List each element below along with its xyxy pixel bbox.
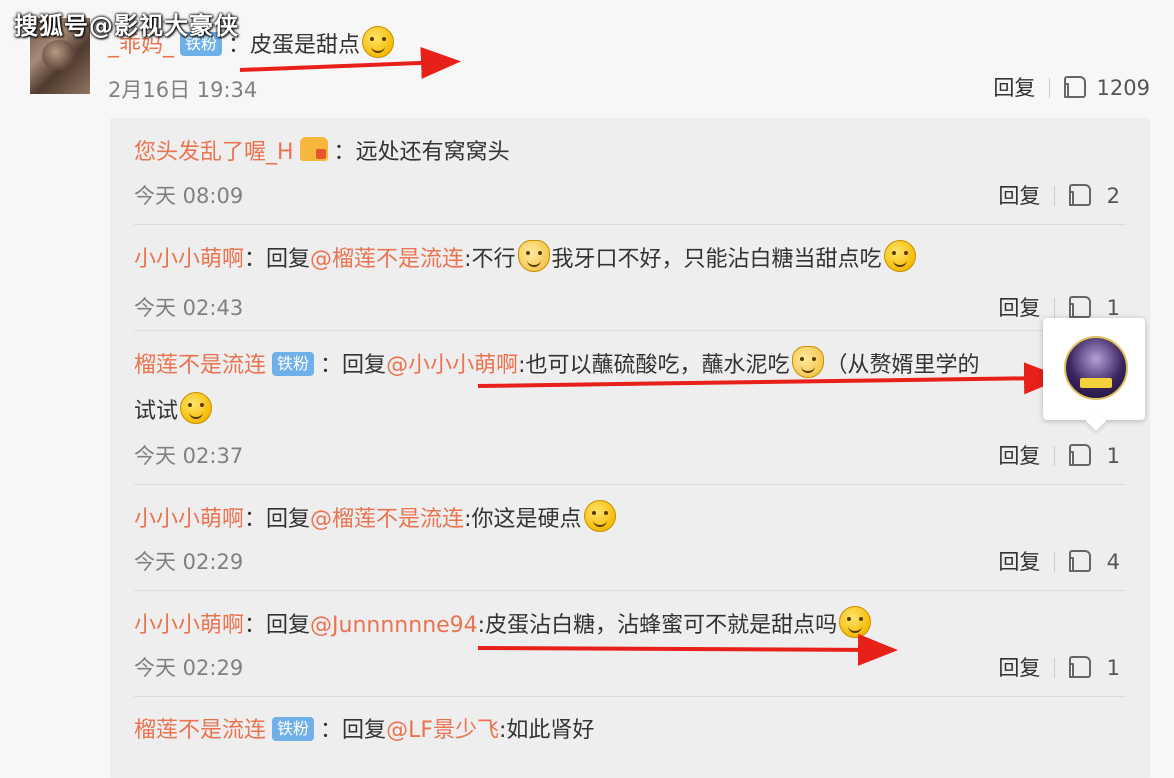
reply-sep: ： — [333, 140, 356, 165]
reply-time: 今天 02:37 — [134, 444, 244, 468]
reply-button[interactable]: 回复 — [998, 444, 1040, 468]
reply-item: 榴莲不是流连 铁粉 ：回复@小小小萌啊:也可以蘸硫酸吃，蘸水泥吃 （从赘婿里学的 试试… — [134, 330, 1126, 485]
reply-text: 如此肾好 — [506, 718, 595, 743]
reply-text: 你这是硬点 — [471, 507, 582, 532]
reply-time: 今天 02:43 — [134, 296, 244, 320]
reply-item: 小小小萌啊：回复@Junnnnnne94:皮蛋沾白糖，沾蜂蜜可不就是甜点吗 今天… — [134, 590, 1126, 697]
thumb-up-icon[interactable] — [1069, 656, 1092, 678]
fan-badge[interactable]: 铁粉 — [272, 352, 315, 376]
comment-text: 皮蛋是甜点 — [250, 33, 361, 58]
reply-author[interactable]: 您头发乱了喔_H — [134, 140, 294, 165]
divider — [1054, 186, 1056, 206]
reply-text-b: 我牙口不好，只能沾白糖当甜点吃 — [551, 247, 882, 272]
reply-colon: : — [477, 613, 486, 638]
reply-item: 您头发乱了喔_H ：远处还有窝窝头 今天 08:09 回复 2 — [134, 118, 1126, 225]
laugh-cry-emoji-icon — [839, 606, 872, 638]
mention-link[interactable]: @LF景少飞 — [386, 718, 499, 743]
popup-avatar[interactable] — [1064, 336, 1128, 400]
reply-button[interactable]: 回复 — [993, 76, 1035, 100]
mention-link[interactable]: @Junnnnnne94 — [310, 613, 478, 638]
thumb-up-icon[interactable] — [1064, 76, 1087, 98]
divider — [1054, 446, 1056, 466]
reply-prefix: 回复 — [266, 613, 311, 638]
reply-text: 远处还有窝窝头 — [355, 140, 510, 165]
divider — [1054, 552, 1056, 572]
reply-text: 也可以蘸硫酸吃，蘸水泥吃 — [525, 353, 790, 378]
laugh-cry-emoji-icon — [583, 500, 616, 532]
reply-author[interactable]: 小小小萌啊 — [134, 613, 244, 638]
like-count: 2 — [1106, 184, 1120, 208]
reply-sep: ： — [244, 613, 267, 638]
thumb-up-icon[interactable] — [1069, 444, 1092, 466]
grin-emoji-icon — [180, 392, 213, 424]
reply-prefix: 回复 — [342, 718, 387, 743]
comment-actions: 回复 1209 — [993, 72, 1150, 102]
mention-link[interactable]: @小小小萌啊 — [386, 353, 518, 378]
reply-item: 榴莲不是流连 铁粉 ：回复@LF景少飞:如此肾好 — [134, 696, 1126, 778]
like-count: 1 — [1106, 656, 1120, 680]
vip-crown-icon — [299, 137, 328, 161]
reply-author[interactable]: 榴莲不是流连 — [134, 718, 266, 743]
reply-time: 今天 02:29 — [134, 656, 244, 680]
thinking-emoji-icon — [883, 240, 916, 272]
reply-prefix: 回复 — [266, 507, 311, 532]
divider — [1054, 298, 1056, 318]
reply-sep: ： — [244, 507, 267, 532]
fan-badge[interactable]: 铁粉 — [272, 717, 315, 741]
divider — [1049, 78, 1051, 98]
reply-time: 今天 08:09 — [134, 184, 244, 208]
reply-button[interactable]: 回复 — [998, 296, 1040, 320]
thumb-up-icon[interactable] — [1069, 550, 1092, 572]
mention-link[interactable]: @榴莲不是流连 — [310, 247, 464, 272]
user-card-popup[interactable] — [1043, 318, 1145, 420]
like-count: 4 — [1106, 550, 1120, 574]
reply-prefix: 回复 — [342, 353, 387, 378]
reply-sep: ： — [320, 353, 343, 378]
mention-link[interactable]: @榴莲不是流连 — [310, 507, 464, 532]
like-count: 1209 — [1096, 76, 1150, 100]
comment-time: 2月16日 19:34 — [108, 78, 258, 102]
reply-colon: : — [518, 353, 526, 378]
reply-prefix: 回复 — [266, 247, 311, 272]
laugh-cry-emoji-icon — [362, 26, 395, 58]
reply-author[interactable]: 小小小萌啊 — [134, 247, 244, 272]
reply-text: 皮蛋沾白糖，沾蜂蜜可不就是甜点吗 — [485, 613, 838, 638]
replies-panel: 您头发乱了喔_H ：远处还有窝窝头 今天 08:09 回复 2 小小小萌啊：回复@… — [110, 118, 1150, 778]
cat-emoji-icon — [517, 240, 550, 272]
reply-button[interactable]: 回复 — [998, 550, 1040, 574]
reply-button[interactable]: 回复 — [998, 656, 1040, 680]
cat-emoji-icon — [791, 346, 824, 378]
reply-author[interactable]: 小小小萌啊 — [134, 507, 244, 532]
reply-text-b: （从赘婿里学的 — [825, 353, 980, 378]
reply-text-continued: 试试 — [134, 399, 179, 424]
reply-author[interactable]: 榴莲不是流连 — [134, 353, 266, 378]
divider — [1054, 658, 1056, 678]
thumb-up-icon[interactable] — [1069, 184, 1092, 206]
thumb-up-icon[interactable] — [1069, 296, 1092, 318]
arrow-1 — [239, 46, 461, 79]
reply-time: 今天 02:29 — [134, 550, 244, 574]
reply-sep: ： — [244, 247, 267, 272]
reply-text: 不行 — [471, 247, 516, 272]
reply-item: 小小小萌啊：回复@榴莲不是流连:不行 我牙口不好，只能沾白糖当甜点吃 今天 02:… — [134, 224, 1126, 331]
reply-button[interactable]: 回复 — [998, 184, 1040, 208]
like-count: 1 — [1106, 444, 1120, 468]
reply-sep: ： — [320, 718, 343, 743]
reply-item: 小小小萌啊：回复@榴莲不是流连:你这是硬点 今天 02:29 回复 4 — [134, 484, 1126, 591]
like-count: 1 — [1106, 296, 1120, 320]
watermark: 搜狐号@影视大豪侠 — [14, 12, 239, 40]
